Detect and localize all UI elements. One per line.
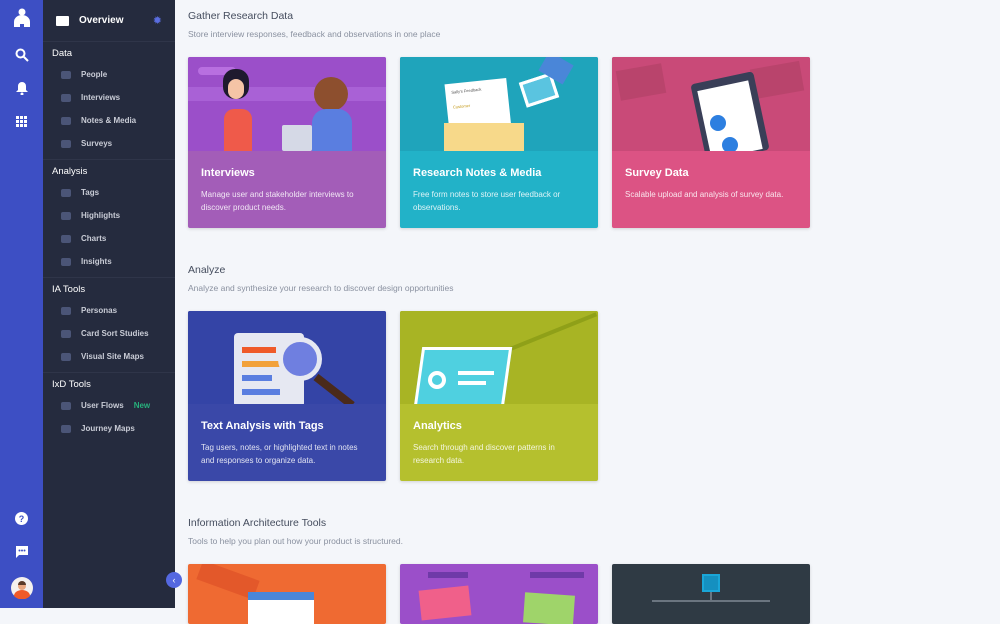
section-subtitle: Analyze and synthesize your research to … (188, 283, 454, 293)
section-title: Analyze (188, 264, 226, 276)
section-title: Information Architecture Tools (188, 517, 327, 529)
card-title: Analytics (413, 420, 462, 432)
notes-icon (61, 116, 71, 125)
sidebar-item-surveys[interactable]: Surveys (43, 132, 175, 155)
logo-icon[interactable] (0, 8, 43, 31)
section-heading: Analysis (52, 166, 88, 177)
sidebar-item-charts[interactable]: Charts (43, 227, 175, 250)
sidebar-item-user-flows[interactable]: User Flows New (43, 394, 175, 417)
person-icon (61, 306, 71, 315)
item-label: Journey Maps (81, 424, 135, 433)
sidebar-section-analysis: Analysis Tags Highlights Charts Insights (43, 160, 175, 278)
sidebar-section-data: Data People Interviews Notes & Media Sur… (43, 42, 175, 160)
item-label: User Flows (81, 401, 124, 410)
journey-icon (61, 424, 71, 433)
feedback-title: Sally's Feedback (451, 86, 482, 95)
card-description: Search through and discover patterns in … (413, 443, 555, 465)
card-title: Interviews (201, 167, 255, 179)
item-label: Visual Site Maps (81, 352, 144, 361)
card-analytics[interactable]: Analytics Search through and discover pat… (400, 311, 598, 481)
item-label: Interviews (81, 93, 121, 102)
sidebar-item-personas[interactable]: Personas (43, 299, 175, 322)
text-analysis-illustration (188, 311, 386, 404)
card-description: Manage user and stakeholder interviews t… (201, 190, 354, 212)
item-label: People (81, 70, 108, 79)
card-research-notes[interactable]: Sally's Feedback Customer Manager Resear… (400, 57, 598, 228)
survey-illustration (612, 57, 810, 151)
section-heading: IA Tools (52, 284, 86, 295)
sidebar-item-notes-media[interactable]: Notes & Media (43, 109, 175, 132)
flow-icon (61, 401, 71, 410)
sidebar-item-card-sort[interactable]: Card Sort Studies (43, 322, 175, 345)
sidebar-item-insights[interactable]: Insights (43, 250, 175, 273)
tag-icon (61, 188, 71, 197)
section-heading: Data (52, 48, 73, 59)
sidebar-header: Overview ✹ (43, 0, 175, 42)
sidebar-item-highlights[interactable]: Highlights (43, 204, 175, 227)
analytics-illustration (400, 311, 598, 404)
section-title: Gather Research Data (188, 10, 294, 22)
item-label: Card Sort Studies (81, 329, 149, 338)
card-description: Free form notes to store user feedback o… (413, 190, 561, 212)
clipboard-icon (61, 139, 71, 148)
card-personas-preview[interactable] (188, 564, 386, 624)
gear-icon[interactable]: ✹ (153, 14, 162, 27)
card-interviews[interactable]: Interviews Manage user and stakeholder in… (188, 57, 386, 228)
card-title: Survey Data (625, 167, 689, 179)
avatar[interactable] (0, 577, 43, 602)
item-label: Tags (81, 188, 100, 197)
item-label: Charts (81, 234, 107, 243)
sidebar-section-ia-tools: IA Tools Personas Card Sort Studies Visu… (43, 278, 175, 373)
item-label: Notes & Media (81, 116, 137, 125)
section-subtitle: Store interview responses, feedback and … (188, 29, 441, 39)
bell-icon[interactable] (0, 81, 43, 98)
notes-illustration: Sally's Feedback Customer Manager (400, 57, 598, 151)
card-sort-icon (61, 329, 71, 338)
svg-text:?: ? (19, 514, 25, 524)
sidebar-section-ixd-tools: IxD Tools User Flows New Journey Maps (43, 373, 175, 444)
sidebar-item-site-maps[interactable]: Visual Site Maps (43, 345, 175, 368)
card-description: Tag users, notes, or highlighted text in… (201, 443, 358, 465)
search-icon[interactable] (0, 48, 43, 65)
item-label: Personas (81, 306, 118, 315)
chat-icon[interactable] (0, 545, 43, 561)
card-text-analysis[interactable]: Text Analysis with Tags Tag users, notes,… (188, 311, 386, 481)
card-card-sort-preview[interactable] (400, 564, 598, 624)
item-label: Insights (81, 257, 112, 266)
highlight-icon (61, 211, 71, 220)
sidebar-item-journey-maps[interactable]: Journey Maps (43, 417, 175, 440)
new-badge: New (133, 401, 151, 410)
card-title: Text Analysis with Tags (201, 420, 324, 432)
interviews-illustration (188, 57, 386, 151)
sidebar-item-interviews[interactable]: Interviews (43, 86, 175, 109)
chart-icon (61, 234, 71, 243)
icon-rail: ? (0, 0, 43, 608)
people-icon (61, 70, 71, 79)
collapse-sidebar-button[interactable]: ‹ (166, 572, 182, 588)
sitemap-icon (61, 352, 71, 361)
sidebar-item-people[interactable]: People (43, 63, 175, 86)
card-site-maps-preview[interactable] (612, 564, 810, 624)
apps-icon[interactable] (0, 114, 43, 130)
sidebar: Overview ✹ Data People Interviews Notes … (43, 0, 175, 608)
sidebar-item-tags[interactable]: Tags (43, 181, 175, 204)
interviews-icon (61, 93, 71, 102)
card-description: Scalable upload and analysis of survey d… (625, 190, 784, 199)
help-icon[interactable]: ? (0, 512, 43, 528)
card-survey-data[interactable]: Survey Data Scalable upload and analysis … (612, 57, 810, 228)
sidebar-title[interactable]: Overview (79, 15, 153, 26)
customer-label: Customer (452, 102, 471, 110)
item-label: Surveys (81, 139, 113, 148)
folder-icon (56, 15, 69, 26)
lightbulb-icon (61, 257, 71, 266)
section-heading: IxD Tools (52, 379, 91, 390)
card-title: Research Notes & Media (413, 167, 542, 179)
item-label: Highlights (81, 211, 121, 220)
section-subtitle: Tools to help you plan out how your prod… (188, 536, 403, 546)
